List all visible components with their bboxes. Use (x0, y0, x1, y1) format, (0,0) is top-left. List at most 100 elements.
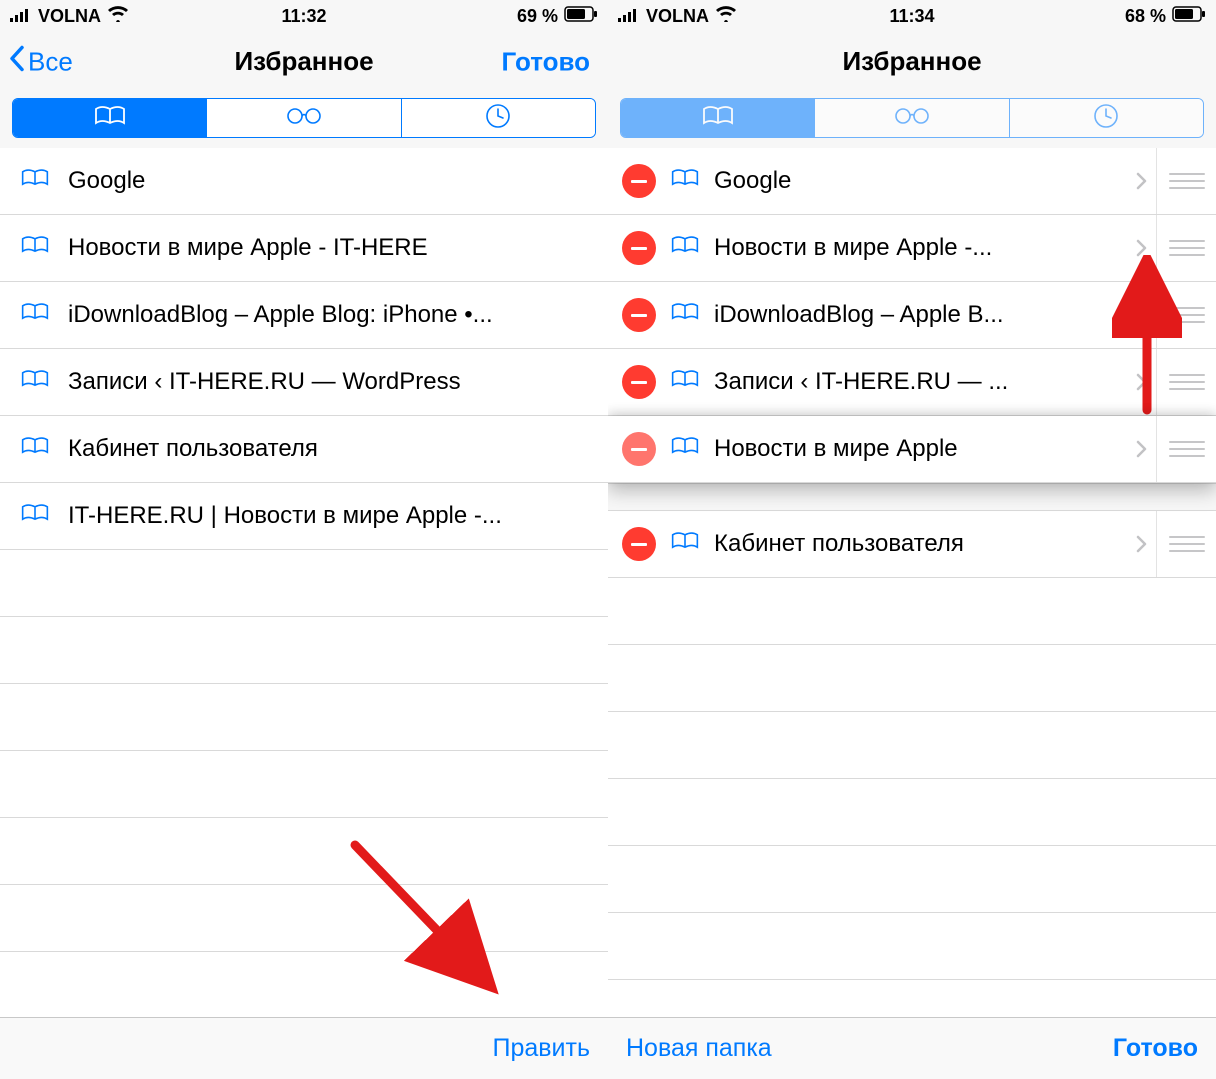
reorder-handle[interactable] (1156, 416, 1216, 482)
clock-icon (1093, 103, 1119, 134)
clock-icon (485, 103, 511, 134)
reorder-handle[interactable] (1156, 349, 1216, 415)
tab-history[interactable] (401, 99, 595, 137)
battery-percent: 68 % (1125, 6, 1166, 27)
drag-gap (608, 483, 1216, 511)
empty-row (0, 617, 608, 684)
bookmark-label: Google (714, 167, 1114, 195)
tab-bookmarks (621, 99, 814, 137)
disclosure-chevron-icon (1128, 305, 1156, 325)
done-button[interactable]: Готово (502, 46, 590, 77)
new-folder-button[interactable]: Новая папка (626, 1034, 772, 1063)
back-button[interactable]: Все (8, 44, 73, 79)
empty-row (608, 913, 1216, 980)
delete-button[interactable] (622, 164, 656, 198)
toolbar: Править (0, 1017, 608, 1079)
delete-button[interactable] (622, 231, 656, 265)
navigation-bar: Все Избранное Готово (0, 32, 608, 92)
navigation-bar: Избранное (608, 32, 1216, 92)
carrier-label: VOLNA (38, 6, 101, 27)
phone-left: VOLNA 11:32 69 % Все Избранное Готово (0, 0, 608, 1079)
bookmark-label: iDownloadBlog – Apple B... (714, 301, 1114, 329)
toolbar: Новая папка Готово (608, 1017, 1216, 1079)
segmented-control (12, 98, 596, 138)
bookmark-label: Новости в мире Apple -... (714, 234, 1114, 262)
tab-reading-list (814, 99, 1008, 137)
back-label: Все (28, 46, 73, 77)
chevron-left-icon (8, 44, 26, 79)
bookmark-row[interactable]: Новости в мире Apple (608, 416, 1216, 483)
bookmark-label: Google (68, 167, 608, 195)
book-icon (20, 301, 50, 330)
signal-icon (618, 6, 640, 27)
empty-row (0, 550, 608, 617)
disclosure-chevron-icon (1128, 439, 1156, 459)
reorder-handle[interactable] (1156, 148, 1216, 214)
glasses-icon (284, 107, 324, 130)
tab-history (1009, 99, 1203, 137)
reorder-handle[interactable] (1156, 282, 1216, 348)
reorder-handle[interactable] (1156, 215, 1216, 281)
bookmark-row[interactable]: Записи ‹ IT-HERE.RU — ... (608, 349, 1216, 416)
book-icon (670, 530, 700, 559)
disclosure-chevron-icon (1128, 238, 1156, 258)
bookmark-label: Записи ‹ IT-HERE.RU — WordPress (68, 368, 608, 396)
page-title: Избранное (234, 46, 373, 77)
bookmark-row[interactable]: Google (0, 148, 608, 215)
disclosure-chevron-icon (1128, 171, 1156, 191)
segmented-control-wrap (0, 92, 608, 148)
bookmark-list: Google Новости в мире Apple - IT-HERE iDow… (0, 148, 608, 1017)
tab-reading-list[interactable] (206, 99, 400, 137)
bookmark-row[interactable]: Google (608, 148, 1216, 215)
book-icon (20, 167, 50, 196)
bookmark-label: IT-HERE.RU | Новости в мире Apple -... (68, 502, 608, 530)
done-button[interactable]: Готово (1113, 1034, 1198, 1063)
bookmark-row[interactable]: iDownloadBlog – Apple Blog: iPhone •... (0, 282, 608, 349)
tab-bookmarks[interactable] (13, 99, 206, 137)
bookmark-row[interactable]: IT-HERE.RU | Новости в мире Apple -... (0, 483, 608, 550)
empty-row (608, 779, 1216, 846)
bookmark-row[interactable]: Кабинет пользователя (608, 511, 1216, 578)
book-icon (670, 234, 700, 263)
battery-icon (564, 6, 598, 27)
bookmark-row[interactable]: Записи ‹ IT-HERE.RU — WordPress (0, 349, 608, 416)
empty-row (608, 578, 1216, 645)
book-icon (20, 502, 50, 531)
bookmark-label: Кабинет пользователя (68, 435, 608, 463)
reorder-handle[interactable] (1156, 511, 1216, 577)
edit-button[interactable]: Править (493, 1034, 591, 1063)
wifi-icon (715, 6, 737, 27)
empty-row (608, 645, 1216, 712)
status-bar: VOLNA 11:34 68 % (608, 0, 1216, 32)
delete-button[interactable] (622, 432, 656, 466)
bookmark-row[interactable]: iDownloadBlog – Apple B... (608, 282, 1216, 349)
bookmark-label: iDownloadBlog – Apple Blog: iPhone •... (68, 301, 608, 329)
book-icon (701, 105, 735, 132)
signal-icon (10, 6, 32, 27)
delete-button[interactable] (622, 527, 656, 561)
delete-button[interactable] (622, 298, 656, 332)
disclosure-chevron-icon (1128, 372, 1156, 392)
bookmark-row[interactable]: Кабинет пользователя (0, 416, 608, 483)
bookmark-label: Новости в мире Apple (714, 435, 1114, 463)
book-icon (670, 368, 700, 397)
empty-row (0, 751, 608, 818)
delete-button[interactable] (622, 365, 656, 399)
empty-row (0, 684, 608, 751)
bookmark-row[interactable]: Новости в мире Apple -... (608, 215, 1216, 282)
empty-row (608, 712, 1216, 779)
bookmark-row[interactable]: Новости в мире Apple - IT-HERE (0, 215, 608, 282)
segmented-control (620, 98, 1204, 138)
empty-row (0, 885, 608, 952)
book-icon (670, 435, 700, 464)
book-icon (670, 301, 700, 330)
bookmark-label: Кабинет пользователя (714, 530, 1114, 558)
page-title: Избранное (842, 46, 981, 77)
book-icon (20, 435, 50, 464)
book-icon (93, 105, 127, 132)
battery-icon (1172, 6, 1206, 27)
carrier-label: VOLNA (646, 6, 709, 27)
clock: 11:34 (889, 6, 934, 27)
bookmark-label: Записи ‹ IT-HERE.RU — ... (714, 368, 1114, 396)
book-icon (20, 368, 50, 397)
